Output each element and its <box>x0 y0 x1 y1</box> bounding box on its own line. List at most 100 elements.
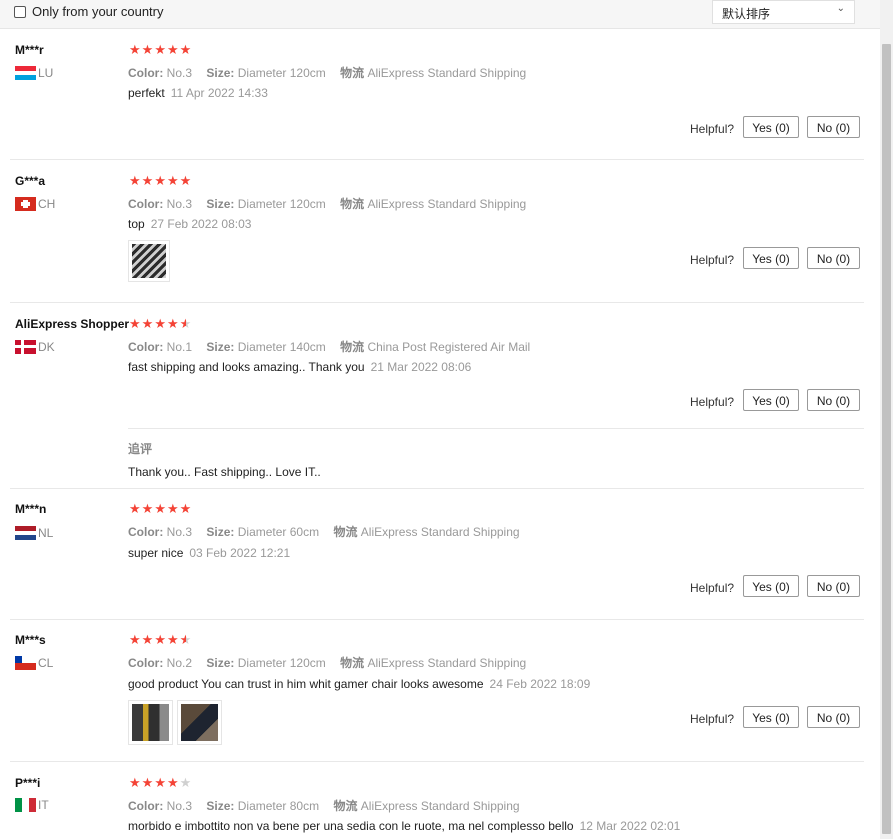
flag-nl-icon <box>15 526 36 540</box>
country-code: CL <box>38 656 54 670</box>
review-date: 03 Feb 2022 12:21 <box>189 546 291 560</box>
size-value: Diameter 140cm <box>237 340 326 354</box>
helpful-no-button[interactable]: No (0) <box>807 706 860 728</box>
color-label: Color: <box>128 525 164 539</box>
buyer-name: P***i <box>15 776 41 790</box>
scrollbar-thumb[interactable] <box>882 44 891 834</box>
product-attributes: Color: No.3 Size: Diameter 60cm 物流 AliEx… <box>128 523 520 540</box>
shipping-label: 物流 <box>333 525 358 539</box>
divider <box>10 619 864 620</box>
helpful-label: Helpful? <box>690 395 735 409</box>
helpful-yes-button[interactable]: Yes (0) <box>743 389 799 411</box>
product-attributes: Color: No.1 Size: Diameter 140cm 物流 Chin… <box>128 338 530 355</box>
star-icon: ★ <box>141 501 154 516</box>
shipping-label: 物流 <box>340 66 365 80</box>
color-label: Color: <box>128 197 164 211</box>
product-attributes: Color: No.3 Size: Diameter 80cm 物流 AliEx… <box>128 797 520 814</box>
star-icon: ★ <box>129 501 141 516</box>
shipping-value: AliExpress Standard Shipping <box>360 525 520 539</box>
review-date: 27 Feb 2022 08:03 <box>150 217 252 231</box>
star-icon: ★ <box>141 632 154 647</box>
review-date: 21 Mar 2022 08:06 <box>370 360 472 374</box>
review-text: perfekt <box>128 86 165 100</box>
color-value: No.3 <box>166 525 193 539</box>
size-label: Size: <box>206 66 235 80</box>
chevron-down-icon: ⌄ <box>836 3 845 14</box>
only-country-label: Only from your country <box>32 4 164 19</box>
shipping-value: AliExpress Standard Shipping <box>367 656 527 670</box>
buyer-name: M***r <box>15 43 44 57</box>
review-content: morbido e imbottito non va bene per una … <box>128 819 680 833</box>
helpful-yes-button[interactable]: Yes (0) <box>743 706 799 728</box>
shipping-value: AliExpress Standard Shipping <box>367 197 527 211</box>
product-attributes: Color: No.2 Size: Diameter 120cm 物流 AliE… <box>128 654 526 671</box>
size-label: Size: <box>206 525 235 539</box>
star-icon: ★ <box>179 42 192 57</box>
shipping-label: 物流 <box>340 340 365 354</box>
star-icon: ★ <box>166 316 179 331</box>
star-icon: ★ <box>141 316 154 331</box>
product-attributes: Color: No.3 Size: Diameter 120cm 物流 AliE… <box>128 64 526 81</box>
buyer-country: CH <box>15 197 55 211</box>
helpful-no-button[interactable]: No (0) <box>807 247 860 269</box>
color-value: No.2 <box>166 656 193 670</box>
star-rating: ★ ★ ★ ★ ★ <box>129 502 191 516</box>
helpful-no-button[interactable]: No (0) <box>807 575 860 597</box>
buyer-country: NL <box>15 526 53 540</box>
review-text: fast shipping and looks amazing.. Thank … <box>128 360 365 374</box>
star-icon: ★ <box>154 173 166 188</box>
star-rating: ★ ★ ★ ★ ★ <box>129 174 191 188</box>
buyer-name: AliExpress Shopper <box>15 317 130 331</box>
divider <box>10 159 864 160</box>
size-value: Diameter 120cm <box>237 66 326 80</box>
buyer-country: DK <box>15 340 55 354</box>
star-icon: ★ <box>166 775 179 790</box>
helpful-no-button[interactable]: No (0) <box>807 116 860 138</box>
helpful-yes-button[interactable]: Yes (0) <box>743 247 799 269</box>
star-icon: ★ <box>141 173 154 188</box>
review-text: good product You can trust in him whit g… <box>128 677 484 691</box>
star-icon: ★ <box>141 42 154 57</box>
only-country-checkbox[interactable] <box>14 5 26 18</box>
review-date: 12 Mar 2022 02:01 <box>579 819 681 833</box>
size-value: Diameter 60cm <box>237 525 320 539</box>
star-icon: ★ <box>179 173 192 188</box>
star-icon: ★ <box>166 501 179 516</box>
star-icon: ★ <box>129 632 141 647</box>
color-value: No.3 <box>166 66 193 80</box>
size-value: Diameter 80cm <box>237 799 320 813</box>
review-photo-thumbnail[interactable] <box>128 700 173 745</box>
review-content: good product You can trust in him whit g… <box>128 677 590 691</box>
review-text: top <box>128 217 145 231</box>
helpful-no-button[interactable]: No (0) <box>807 389 860 411</box>
color-label: Color: <box>128 656 164 670</box>
followup-divider <box>128 428 864 429</box>
review-text: morbido e imbottito non va bene per una … <box>128 819 574 833</box>
sort-dropdown[interactable]: 默认排序 ⌄ <box>712 0 855 24</box>
flag-lu-icon <box>15 66 36 80</box>
helpful-label: Helpful? <box>690 712 735 726</box>
star-icon: ★ <box>154 316 166 331</box>
review-photo-thumbnail[interactable] <box>177 700 222 745</box>
review-content: fast shipping and looks amazing.. Thank … <box>128 360 471 374</box>
only-country-filter[interactable]: Only from your country <box>14 4 164 19</box>
buyer-country: CL <box>15 656 53 670</box>
review-content: perfekt 11 Apr 2022 14:33 <box>128 86 268 100</box>
star-half-icon: ★ <box>179 632 192 647</box>
helpful-yes-button[interactable]: Yes (0) <box>743 575 799 597</box>
size-label: Size: <box>206 799 235 813</box>
helpful-label: Helpful? <box>690 122 735 136</box>
color-label: Color: <box>128 340 164 354</box>
followup-label: 追评 <box>128 442 153 456</box>
helpful-yes-button[interactable]: Yes (0) <box>743 116 799 138</box>
star-icon: ★ <box>154 501 166 516</box>
star-half-icon: ★ <box>179 316 192 331</box>
divider <box>10 302 864 303</box>
star-icon: ★ <box>154 632 166 647</box>
product-attributes: Color: No.3 Size: Diameter 120cm 物流 AliE… <box>128 195 526 212</box>
size-label: Size: <box>206 656 235 670</box>
star-icon: ★ <box>154 775 166 790</box>
star-icon: ★ <box>129 316 141 331</box>
followup-text: Thank you.. Fast shipping.. Love IT.. <box>128 465 321 479</box>
review-photo-thumbnail[interactable] <box>128 240 170 282</box>
